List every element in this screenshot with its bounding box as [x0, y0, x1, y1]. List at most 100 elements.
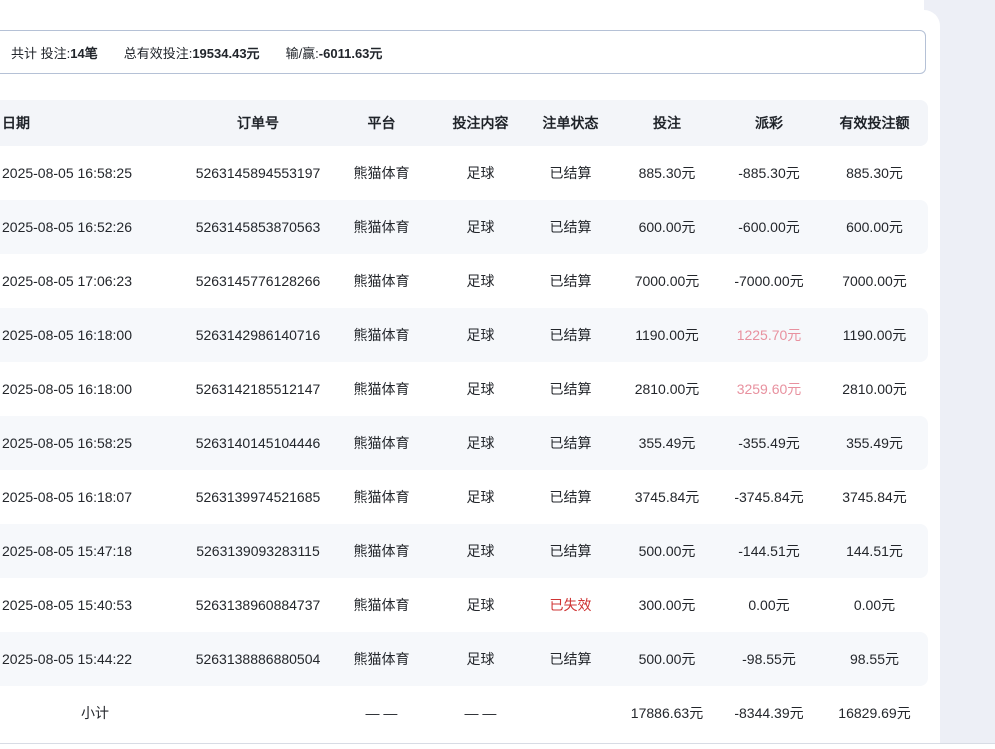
cell-bet-content: 足球 [437, 382, 524, 396]
cell-date: 2025-08-05 16:58:25 [0, 436, 190, 450]
subtotal-content-dash: — — [437, 706, 524, 720]
cell-platform: 熊猫体育 [326, 274, 437, 288]
cell-valid-amount: 2810.00元 [821, 382, 928, 396]
cell-payout: -885.30元 [717, 166, 821, 180]
cell-bet-amount: 3745.84元 [617, 490, 717, 504]
summary-win-loss: 输/赢:-6011.63元 [286, 43, 383, 62]
cell-status: 已结算 [524, 382, 617, 396]
bet-history-table: 日期 订单号 平台 投注内容 注单状态 投注 派彩 有效投注额 2025-08-… [0, 100, 928, 740]
subtotal-label: 小计 [0, 706, 190, 720]
cell-bet-amount: 500.00元 [617, 652, 717, 666]
cell-date: 2025-08-05 17:06:23 [0, 274, 190, 288]
cell-bet-amount: 300.00元 [617, 598, 717, 612]
header-cell-platform: 平台 [326, 116, 437, 130]
subtotal-bet-value: 17886.63元 [617, 706, 717, 720]
header-cell-bet: 投注 [617, 116, 717, 130]
cell-order-number: 5263145894553197 [190, 166, 326, 180]
summary-valid-bet-label: 总有效投注: [124, 46, 193, 61]
cell-bet-content: 足球 [437, 436, 524, 450]
bet-history-card: 共计 投注:14笔 总有效投注:19534.43元 输/赢:-6011.63元 … [0, 10, 940, 749]
cell-valid-amount: 355.49元 [821, 436, 928, 450]
cell-date: 2025-08-05 15:44:22 [0, 652, 190, 666]
summary-win-loss-value: -6011.63元 [319, 46, 383, 61]
cell-valid-amount: 144.51元 [821, 544, 928, 558]
table-row: 2025-08-05 16:18:07 5263139974521685 熊猫体… [0, 470, 928, 524]
header-cell-order: 订单号 [190, 116, 326, 130]
cell-payout: -3745.84元 [717, 490, 821, 504]
cell-bet-content: 足球 [437, 328, 524, 342]
cell-bet-content: 足球 [437, 166, 524, 180]
cell-platform: 熊猫体育 [326, 652, 437, 666]
cell-order-number: 5263142986140716 [190, 328, 326, 342]
cell-bet-content: 足球 [437, 490, 524, 504]
table-row: 2025-08-05 16:18:00 5263142185512147 熊猫体… [0, 362, 928, 416]
cell-payout: 0.00元 [717, 598, 821, 612]
cell-status: 已结算 [524, 652, 617, 666]
cell-status: 已结算 [524, 490, 617, 504]
table-row: 2025-08-05 16:58:25 5263140145104446 熊猫体… [0, 416, 928, 470]
table-row: 2025-08-05 17:06:23 5263145776128266 熊猫体… [0, 254, 928, 308]
cell-platform: 熊猫体育 [326, 382, 437, 396]
cell-bet-content: 足球 [437, 274, 524, 288]
cell-bet-amount: 885.30元 [617, 166, 717, 180]
cell-order-number: 5263139974521685 [190, 490, 326, 504]
cell-order-number: 5263140145104446 [190, 436, 326, 450]
cell-status: 已结算 [524, 544, 617, 558]
cell-date: 2025-08-05 15:47:18 [0, 544, 190, 558]
cell-bet-content: 足球 [437, 544, 524, 558]
summary-win-loss-label: 输/赢: [286, 46, 319, 61]
cell-platform: 熊猫体育 [326, 436, 437, 450]
cell-bet-content: 足球 [437, 652, 524, 666]
cell-status: 已失效 [524, 598, 617, 612]
cell-status: 已结算 [524, 220, 617, 234]
cell-status: 已结算 [524, 166, 617, 180]
summary-total-bets-label: 共计 投注: [11, 46, 70, 61]
cell-status: 已结算 [524, 328, 617, 342]
cell-bet-amount: 1190.00元 [617, 328, 717, 342]
cell-payout: -7000.00元 [717, 274, 821, 288]
cell-order-number: 5263142185512147 [190, 382, 326, 396]
table-row: 2025-08-05 16:52:26 5263145853870563 熊猫体… [0, 200, 928, 254]
cell-valid-amount: 7000.00元 [821, 274, 928, 288]
cell-payout: -355.49元 [717, 436, 821, 450]
cell-valid-amount: 3745.84元 [821, 490, 928, 504]
cell-bet-amount: 500.00元 [617, 544, 717, 558]
cell-date: 2025-08-05 15:40:53 [0, 598, 190, 612]
page-bottom-strip [0, 744, 995, 749]
cell-order-number: 5263145853870563 [190, 220, 326, 234]
cell-platform: 熊猫体育 [326, 166, 437, 180]
cell-platform: 熊猫体育 [326, 328, 437, 342]
header-cell-content: 投注内容 [437, 116, 524, 130]
cell-order-number: 5263145776128266 [190, 274, 326, 288]
cell-payout: -98.55元 [717, 652, 821, 666]
cell-order-number: 5263138960884737 [190, 598, 326, 612]
cell-valid-amount: 600.00元 [821, 220, 928, 234]
cell-payout: -144.51元 [717, 544, 821, 558]
cell-platform: 熊猫体育 [326, 544, 437, 558]
cell-date: 2025-08-05 16:18:00 [0, 382, 190, 396]
table-row: 2025-08-05 15:47:18 5263139093283115 熊猫体… [0, 524, 928, 578]
cell-platform: 熊猫体育 [326, 220, 437, 234]
cell-date: 2025-08-05 16:18:07 [0, 490, 190, 504]
cell-payout: 3259.60元 [717, 382, 821, 396]
cell-bet-amount: 600.00元 [617, 220, 717, 234]
cell-valid-amount: 98.55元 [821, 652, 928, 666]
cell-date: 2025-08-05 16:18:00 [0, 328, 190, 342]
summary-total-bets-value: 14笔 [70, 46, 97, 61]
cell-payout: -600.00元 [717, 220, 821, 234]
cell-payout: 1225.70元 [717, 328, 821, 342]
subtotal-payout-value: -8344.39元 [717, 706, 821, 720]
header-cell-status: 注单状态 [524, 116, 617, 130]
table-body: 2025-08-05 16:58:25 5263145894553197 熊猫体… [0, 146, 928, 686]
summary-valid-bet-value: 19534.43元 [192, 46, 259, 61]
cell-order-number: 5263138886880504 [190, 652, 326, 666]
subtotal-valid-value: 16829.69元 [821, 706, 928, 720]
summary-total-bets: 共计 投注:14笔 [11, 43, 98, 62]
summary-valid-bet: 总有效投注:19534.43元 [124, 43, 260, 62]
header-cell-valid: 有效投注额 [821, 116, 928, 130]
cell-platform: 熊猫体育 [326, 490, 437, 504]
table-row: 2025-08-05 16:58:25 5263145894553197 熊猫体… [0, 146, 928, 200]
cell-bet-amount: 2810.00元 [617, 382, 717, 396]
table-row: 2025-08-05 16:18:00 5263142986140716 熊猫体… [0, 308, 928, 362]
table-row: 2025-08-05 15:40:53 5263138960884737 熊猫体… [0, 578, 928, 632]
